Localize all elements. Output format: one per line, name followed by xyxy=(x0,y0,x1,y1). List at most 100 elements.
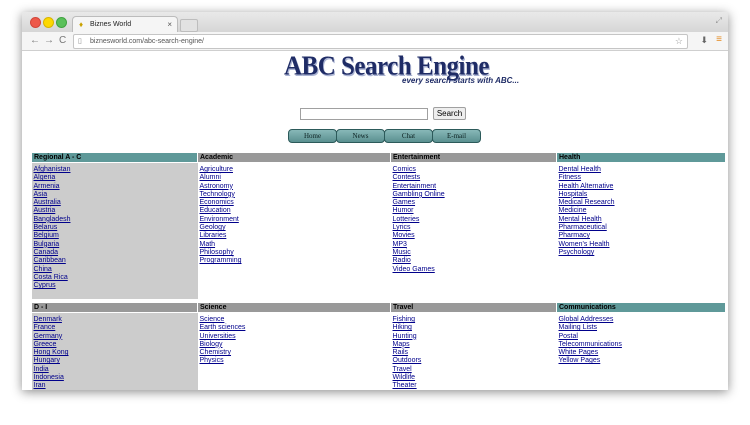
new-tab-button[interactable] xyxy=(180,19,198,32)
directory-link[interactable]: Agriculture xyxy=(200,166,389,174)
directory-link[interactable]: Geology xyxy=(200,224,389,232)
directory-link[interactable]: India xyxy=(34,366,196,374)
directory-link[interactable]: Programming xyxy=(200,257,389,265)
close-window-button[interactable] xyxy=(30,17,41,28)
directory-link[interactable]: Hiking xyxy=(393,324,555,332)
email-button[interactable]: E-mail xyxy=(432,129,481,143)
directory-link[interactable]: Belgium xyxy=(34,232,196,240)
forward-button[interactable]: → xyxy=(44,35,54,47)
directory-link[interactable]: Astronomy xyxy=(200,183,389,191)
directory-link[interactable]: Germany xyxy=(34,333,196,341)
directory-link[interactable]: Mental Health xyxy=(559,216,724,224)
directory-link[interactable]: Movies xyxy=(393,232,555,240)
tab-close-icon[interactable]: × xyxy=(167,17,172,33)
directory-link[interactable]: Physics xyxy=(200,357,389,365)
directory-link[interactable]: Biology xyxy=(200,341,389,349)
directory-link[interactable]: Telecommunications xyxy=(559,341,724,349)
directory-link[interactable]: Libraries xyxy=(200,232,389,240)
directory-link[interactable]: Universities xyxy=(200,333,389,341)
directory-link[interactable]: Global Addresses xyxy=(559,316,724,324)
directory-link[interactable]: Video Games xyxy=(393,266,555,274)
directory-link[interactable]: Economics xyxy=(200,199,389,207)
directory-link[interactable]: Asia xyxy=(34,191,196,199)
bookmark-star-icon[interactable]: ☆ xyxy=(675,35,683,48)
directory-link[interactable]: Austria xyxy=(34,207,196,215)
address-bar[interactable]: ▯ biznesworld.com/abc-search-engine/ ☆ xyxy=(73,34,688,49)
directory-link[interactable]: Travel xyxy=(393,366,555,374)
menu-icon[interactable]: ≡ xyxy=(716,34,722,45)
search-input[interactable] xyxy=(300,108,428,120)
directory-link[interactable]: Earth sciences xyxy=(200,324,389,332)
directory-link[interactable]: Education xyxy=(200,207,389,215)
directory-link[interactable]: Humor xyxy=(393,207,555,215)
directory-link[interactable]: Medical Research xyxy=(559,199,724,207)
zoom-window-button[interactable] xyxy=(56,17,67,28)
directory-link[interactable]: Caribbean xyxy=(34,257,196,265)
directory-link[interactable]: Hospitals xyxy=(559,191,724,199)
directory-link[interactable]: Yellow Pages xyxy=(559,357,724,365)
directory-link[interactable]: Greece xyxy=(34,341,196,349)
directory-link[interactable]: Lotteries xyxy=(393,216,555,224)
extension-icon[interactable]: ⬇ xyxy=(700,35,708,46)
reload-button[interactable]: C xyxy=(59,35,66,47)
directory-link[interactable]: Hunting xyxy=(393,333,555,341)
directory-link[interactable]: Gambling Online xyxy=(393,191,555,199)
directory-link[interactable]: Hungary xyxy=(34,357,196,365)
directory-link[interactable]: Wildlife xyxy=(393,374,555,382)
directory-link[interactable]: Belarus xyxy=(34,224,196,232)
directory-link[interactable]: MP3 xyxy=(393,241,555,249)
news-button[interactable]: News xyxy=(336,129,385,143)
directory-link[interactable]: Fitness xyxy=(559,174,724,182)
directory-link[interactable]: Psychology xyxy=(559,249,724,257)
directory-link[interactable]: Pharmacy xyxy=(559,232,724,240)
directory-link[interactable]: Women's Health xyxy=(559,241,724,249)
fullscreen-icon[interactable]: ⤢ xyxy=(716,16,722,26)
directory-link[interactable]: China xyxy=(34,266,196,274)
directory-link[interactable]: Algeria xyxy=(34,174,196,182)
search-button[interactable]: Search xyxy=(433,107,466,120)
directory-link[interactable]: Chemistry xyxy=(200,349,389,357)
directory-link[interactable]: Math xyxy=(200,241,389,249)
directory-link[interactable]: Environment xyxy=(200,216,389,224)
directory-link[interactable]: Medicine xyxy=(559,207,724,215)
directory-link[interactable]: Hong Kong xyxy=(34,349,196,357)
directory-link[interactable]: White Pages xyxy=(559,349,724,357)
directory-link[interactable]: Music xyxy=(393,249,555,257)
directory-link[interactable]: Contests xyxy=(393,174,555,182)
chat-button[interactable]: Chat xyxy=(384,129,433,143)
directory-link[interactable]: Bangladesh xyxy=(34,216,196,224)
directory-link[interactable]: Denmark xyxy=(34,316,196,324)
directory-link[interactable]: Rails xyxy=(393,349,555,357)
browser-tab[interactable]: ♦ Biznes World × xyxy=(72,16,178,33)
directory-link[interactable]: Radio xyxy=(393,257,555,265)
home-button[interactable]: Home xyxy=(288,129,337,143)
directory-link[interactable]: Costa Rica xyxy=(34,274,196,282)
directory-link[interactable]: Games xyxy=(393,199,555,207)
directory-link[interactable]: Bulgaria xyxy=(34,241,196,249)
directory-link[interactable]: Iran xyxy=(34,382,196,390)
directory-link[interactable]: Technology xyxy=(200,191,389,199)
directory-link[interactable]: Postal xyxy=(559,333,724,341)
directory-link[interactable]: Maps xyxy=(393,341,555,349)
back-button[interactable]: ← xyxy=(30,35,40,47)
directory-link[interactable]: Science xyxy=(200,316,389,324)
directory-link[interactable]: Afghanistan xyxy=(34,166,196,174)
directory-link[interactable]: Alumni xyxy=(200,174,389,182)
directory-link[interactable]: France xyxy=(34,324,196,332)
directory-link[interactable]: Entertainment xyxy=(393,183,555,191)
minimize-window-button[interactable] xyxy=(43,17,54,28)
directory-link[interactable]: Outdoors xyxy=(393,357,555,365)
directory-link[interactable]: Health Alternative xyxy=(559,183,724,191)
directory-link[interactable]: Theater xyxy=(393,382,555,390)
directory-link[interactable]: Comics xyxy=(393,166,555,174)
directory-link[interactable]: Indonesia xyxy=(34,374,196,382)
directory-link[interactable]: Australia xyxy=(34,199,196,207)
directory-link[interactable]: Pharmaceutical xyxy=(559,224,724,232)
directory-link[interactable]: Armenia xyxy=(34,183,196,191)
directory-link[interactable]: Cyprus xyxy=(34,282,196,290)
directory-link[interactable]: Philosophy xyxy=(200,249,389,257)
directory-link[interactable]: Dental Health xyxy=(559,166,724,174)
directory-link[interactable]: Canada xyxy=(34,249,196,257)
directory-link[interactable]: Fishing xyxy=(393,316,555,324)
directory-link[interactable]: Lyrics xyxy=(393,224,555,232)
